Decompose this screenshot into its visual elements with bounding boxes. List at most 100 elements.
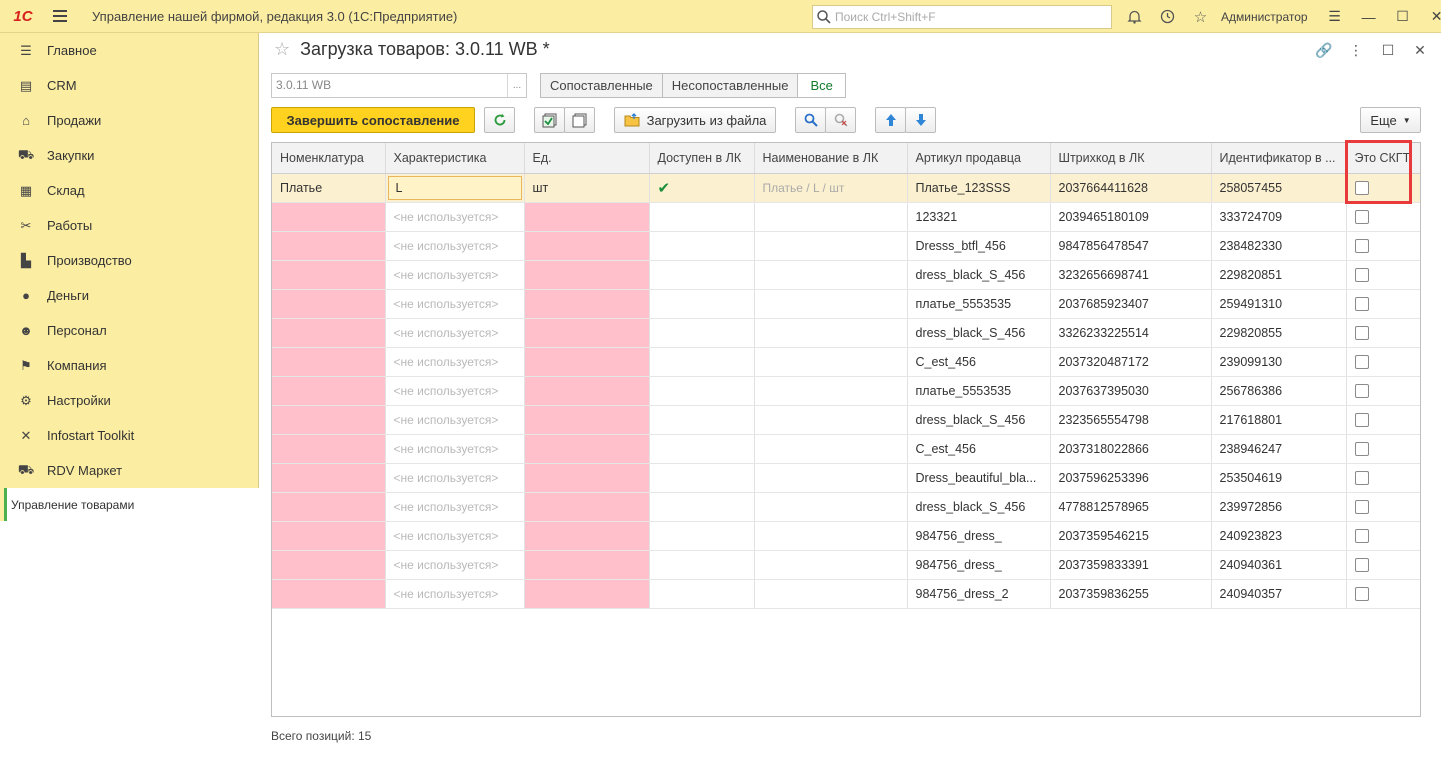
menu-icon[interactable] bbox=[46, 0, 74, 33]
id-cell[interactable]: 259491310 bbox=[1211, 289, 1347, 319]
article-cell[interactable]: Платье_123SSS bbox=[907, 173, 1051, 203]
column-header[interactable]: Это СКГТ bbox=[1346, 143, 1420, 174]
sidebar-item[interactable]: ☰ Главное bbox=[0, 33, 258, 68]
article-cell[interactable]: платье_5553535 bbox=[907, 289, 1051, 319]
table-row[interactable]: <не используется> 984756_dress_2 203735983… bbox=[272, 579, 1420, 609]
maximize-form-icon[interactable]: ☐ bbox=[1377, 39, 1399, 61]
barcode-cell[interactable]: 2037320487172 bbox=[1050, 347, 1212, 377]
skgt-checkbox[interactable] bbox=[1354, 267, 1369, 282]
barcode-cell[interactable]: 4778812578965 bbox=[1050, 492, 1212, 522]
article-cell[interactable]: dress_black_S_456 bbox=[907, 492, 1051, 522]
barcode-cell[interactable]: 2037359833391 bbox=[1050, 550, 1212, 580]
id-cell[interactable]: 240923823 bbox=[1211, 521, 1347, 551]
available-cell[interactable] bbox=[649, 492, 755, 522]
id-cell[interactable]: 240940361 bbox=[1211, 550, 1347, 580]
available-cell[interactable] bbox=[649, 202, 755, 232]
nomenclature-cell[interactable] bbox=[272, 492, 386, 522]
sidebar-item-product-management[interactable]: Управление товарами bbox=[4, 488, 259, 521]
barcode-cell[interactable]: 9847856478547 bbox=[1050, 231, 1212, 261]
skgt-checkbox[interactable] bbox=[1354, 470, 1369, 485]
id-cell[interactable]: 238482330 bbox=[1211, 231, 1347, 261]
available-cell[interactable] bbox=[649, 405, 755, 435]
settings-lines-icon[interactable]: ☰ bbox=[1318, 0, 1352, 33]
skgt-cell[interactable] bbox=[1346, 376, 1420, 406]
barcode-cell[interactable]: 2037318022866 bbox=[1050, 434, 1212, 464]
available-cell[interactable] bbox=[649, 550, 755, 580]
characteristic-input[interactable]: L bbox=[387, 175, 522, 200]
sidebar-item[interactable]: ⚑ Компания bbox=[0, 348, 258, 383]
barcode-cell[interactable]: 2037359836255 bbox=[1050, 579, 1212, 609]
column-header[interactable]: Наименование в ЛК bbox=[754, 143, 908, 174]
table-row[interactable]: <не используется> dress_black_S_456 232356… bbox=[272, 405, 1420, 435]
skgt-checkbox[interactable] bbox=[1354, 238, 1369, 253]
nomenclature-cell[interactable] bbox=[272, 550, 386, 580]
article-cell[interactable]: dress_black_S_456 bbox=[907, 260, 1051, 290]
table-row[interactable]: <не используется> 123321 2039465180109 3337… bbox=[272, 202, 1420, 232]
barcode-cell[interactable]: 3326233225514 bbox=[1050, 318, 1212, 348]
id-cell[interactable]: 229820851 bbox=[1211, 260, 1347, 290]
sidebar-item[interactable]: ⌂ Продажи bbox=[0, 103, 258, 138]
available-cell[interactable] bbox=[649, 260, 755, 290]
nomenclature-cell[interactable] bbox=[272, 521, 386, 551]
id-cell[interactable]: 333724709 bbox=[1211, 202, 1347, 232]
unit-cell[interactable] bbox=[524, 231, 650, 261]
unit-cell[interactable] bbox=[524, 347, 650, 377]
nomenclature-cell[interactable] bbox=[272, 202, 386, 232]
check-all-button[interactable] bbox=[534, 107, 565, 133]
available-cell[interactable] bbox=[649, 434, 755, 464]
column-header[interactable]: Артикул продавца bbox=[907, 143, 1051, 174]
table-row[interactable]: <не используется> платье_5553535 203768592… bbox=[272, 289, 1420, 319]
available-cell[interactable] bbox=[649, 318, 755, 348]
favorite-star-icon[interactable]: ☆ bbox=[274, 39, 290, 60]
column-header[interactable]: Идентификатор в ... bbox=[1211, 143, 1347, 174]
characteristic-cell[interactable]: <не используется> bbox=[385, 492, 525, 522]
nomenclature-cell[interactable] bbox=[272, 260, 386, 290]
sidebar-item[interactable]: ▤ CRM bbox=[0, 68, 258, 103]
nomenclature-cell[interactable] bbox=[272, 434, 386, 464]
table-row[interactable]: <не используется> dress_black_S_456 323265… bbox=[272, 260, 1420, 290]
skgt-cell[interactable] bbox=[1346, 202, 1420, 232]
sidebar-item[interactable]: ✕ Infostart Toolkit bbox=[0, 418, 258, 453]
skgt-checkbox[interactable] bbox=[1354, 296, 1369, 311]
column-header[interactable]: Характеристика bbox=[385, 143, 525, 174]
filter-all[interactable]: Все bbox=[797, 73, 846, 98]
unit-cell[interactable] bbox=[524, 463, 650, 493]
table-row[interactable]: <не используется> C_est_456 2037320487172 2… bbox=[272, 347, 1420, 377]
nomenclature-cell[interactable] bbox=[272, 347, 386, 377]
unit-cell[interactable] bbox=[524, 579, 650, 609]
article-cell[interactable]: dress_black_S_456 bbox=[907, 405, 1051, 435]
maximize-icon[interactable]: ☐ bbox=[1386, 0, 1420, 33]
nomenclature-cell[interactable] bbox=[272, 405, 386, 435]
skgt-cell[interactable] bbox=[1346, 492, 1420, 522]
refresh-button[interactable] bbox=[484, 107, 515, 133]
available-cell[interactable] bbox=[649, 289, 755, 319]
available-cell[interactable]: ✔ bbox=[649, 173, 755, 203]
characteristic-cell[interactable]: L bbox=[385, 173, 525, 203]
table-row[interactable]: <не используется> dress_black_S_456 477881… bbox=[272, 492, 1420, 522]
characteristic-cell[interactable]: <не используется> bbox=[385, 434, 525, 464]
characteristic-cell[interactable]: <не используется> bbox=[385, 405, 525, 435]
unit-cell[interactable] bbox=[524, 521, 650, 551]
article-cell[interactable]: Dress_beautiful_bla... bbox=[907, 463, 1051, 493]
unit-cell[interactable] bbox=[524, 289, 650, 319]
skgt-checkbox[interactable] bbox=[1354, 354, 1369, 369]
skgt-checkbox[interactable] bbox=[1354, 325, 1369, 340]
close-form-icon[interactable]: ✕ bbox=[1409, 39, 1431, 61]
sidebar-item[interactable]: ✂ Работы bbox=[0, 208, 258, 243]
nomenclature-cell[interactable] bbox=[272, 463, 386, 493]
skgt-cell[interactable] bbox=[1346, 173, 1420, 203]
skgt-cell[interactable] bbox=[1346, 550, 1420, 580]
article-cell[interactable]: 123321 bbox=[907, 202, 1051, 232]
global-search-input[interactable]: Поиск Ctrl+Shift+F bbox=[812, 5, 1112, 29]
barcode-cell[interactable]: 3232656698741 bbox=[1050, 260, 1212, 290]
column-header[interactable]: Номенклатура bbox=[272, 143, 386, 174]
characteristic-cell[interactable]: <не используется> bbox=[385, 347, 525, 377]
id-cell[interactable]: 253504619 bbox=[1211, 463, 1347, 493]
finish-matching-button[interactable]: Завершить сопоставление bbox=[271, 107, 475, 133]
filter-unmatched[interactable]: Несопоставленные bbox=[661, 73, 799, 98]
column-header[interactable]: Ед. bbox=[524, 143, 650, 174]
unit-cell[interactable] bbox=[524, 434, 650, 464]
table-row[interactable]: <не используется> dress_black_S_456 332623… bbox=[272, 318, 1420, 348]
clear-search-button[interactable] bbox=[825, 107, 856, 133]
unit-cell[interactable] bbox=[524, 318, 650, 348]
